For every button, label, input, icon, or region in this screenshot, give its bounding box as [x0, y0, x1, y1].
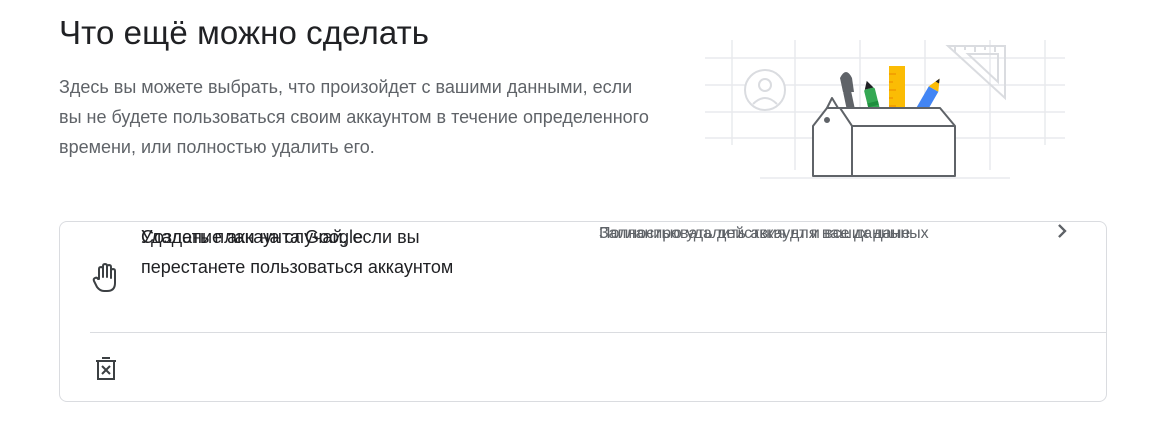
- toolbox-illustration: [705, 40, 1065, 179]
- option-delete-google-account[interactable]: [60, 333, 1108, 402]
- option-title-delete-account: Удаление аккаунта Google: [141, 227, 364, 247]
- options-card: Создать план на случай, если вы перестан…: [59, 221, 1107, 402]
- option-description-delete-account: Полностью удалить аккаунт и все данные: [599, 225, 911, 242]
- chevron-right-icon[interactable]: [1053, 222, 1071, 240]
- delete-box-icon: [90, 353, 122, 385]
- page: Что ещё можно сделать Здесь вы можете вы…: [0, 0, 1160, 428]
- section-description: Здесь вы можете выбрать, что произойдет …: [59, 77, 649, 157]
- section-title: Что ещё можно сделать: [59, 14, 430, 51]
- hand-icon: [90, 262, 122, 294]
